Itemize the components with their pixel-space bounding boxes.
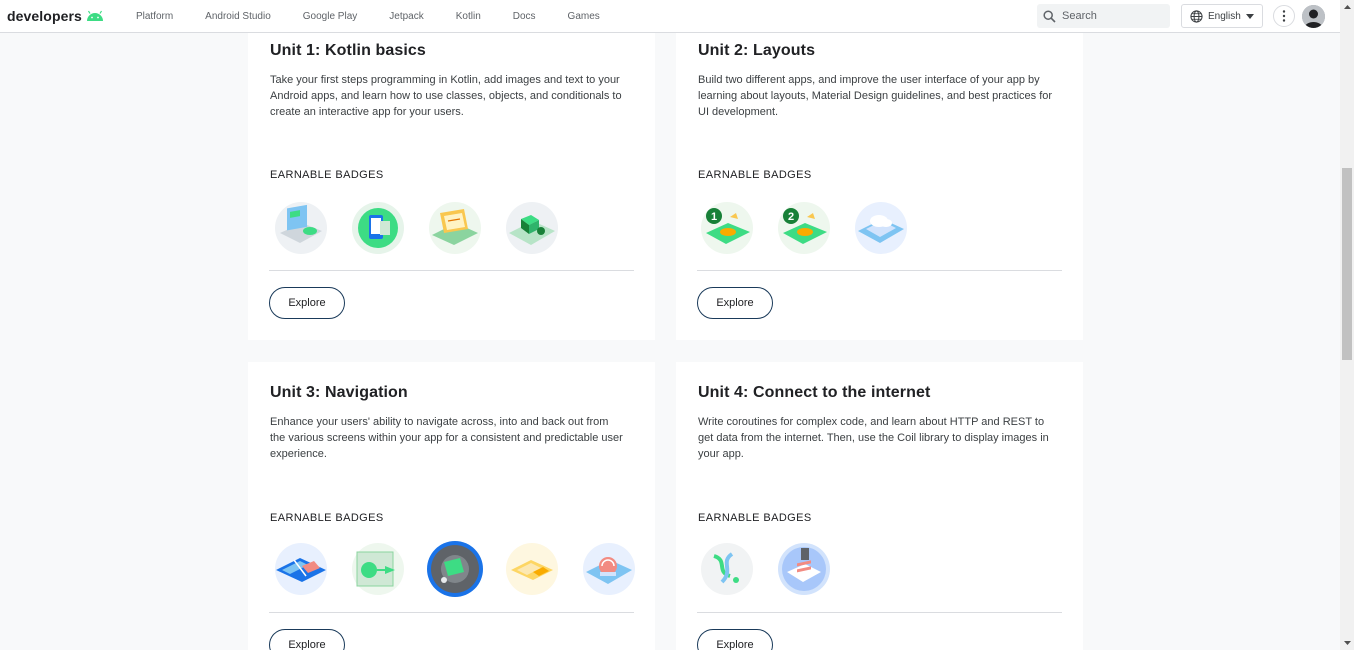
brand-text: developers	[7, 8, 82, 24]
badge-icon	[778, 543, 830, 595]
unit-title: Unit 2: Layouts	[698, 42, 816, 59]
badge-icon	[506, 543, 558, 595]
nav-android-studio[interactable]: Android Studio	[205, 11, 271, 22]
more-vert-icon	[1282, 10, 1286, 22]
nav-google-play[interactable]: Google Play	[303, 11, 357, 22]
unit-card-1: Unit 1: Kotlin basics Take your first st…	[248, 0, 655, 340]
badge-icon	[275, 543, 327, 595]
card-divider	[269, 612, 634, 613]
explore-button[interactable]: Explore	[697, 629, 773, 650]
svg-text:2: 2	[788, 211, 794, 223]
main-nav: Platform Android Studio Google Play Jetp…	[136, 11, 632, 22]
explore-button[interactable]: Explore	[269, 629, 345, 650]
svg-text:1: 1	[711, 211, 717, 223]
card-divider	[697, 270, 1062, 271]
badge-icon: 1	[701, 202, 753, 254]
nav-docs[interactable]: Docs	[513, 11, 536, 22]
nav-platform[interactable]: Platform	[136, 11, 173, 22]
unit-title: Unit 1: Kotlin basics	[270, 42, 426, 59]
unit-description: Take your first steps programming in Kot…	[270, 74, 622, 118]
badge-icon: 2	[778, 202, 830, 254]
unit-title: Unit 3: Navigation	[270, 384, 408, 401]
arrow-up-icon	[1343, 5, 1351, 9]
unit-card-4: Unit 4: Connect to the internet Write co…	[676, 362, 1083, 650]
unit-description: Build two different apps, and improve th…	[698, 74, 1053, 118]
badges-label: EARNABLE BADGES	[698, 169, 812, 181]
search-icon	[1043, 9, 1056, 23]
vertical-scrollbar[interactable]	[1340, 0, 1354, 650]
badges-row	[698, 540, 852, 598]
more-options-button[interactable]	[1273, 5, 1295, 27]
unit-description: Enhance your users' ability to navigate …	[270, 416, 623, 460]
badge-icon	[429, 202, 481, 254]
badge-icon	[352, 202, 404, 254]
badges-row	[272, 540, 657, 598]
android-head-icon	[86, 10, 103, 21]
search-input[interactable]	[1062, 10, 1157, 22]
badges-row	[272, 199, 580, 257]
badges-label: EARNABLE BADGES	[698, 512, 812, 524]
badge-icon	[275, 202, 327, 254]
unit-description: Write coroutines for complex code, and l…	[698, 416, 1049, 460]
language-label: English	[1208, 10, 1241, 22]
card-divider	[269, 270, 634, 271]
badge-icon	[506, 202, 558, 254]
scrollbar-thumb[interactable]	[1342, 168, 1352, 360]
nav-jetpack[interactable]: Jetpack	[389, 11, 423, 22]
badge-icon	[583, 543, 635, 595]
card-divider	[697, 612, 1062, 613]
badge-icon	[855, 202, 907, 254]
language-selector[interactable]: English	[1181, 4, 1263, 28]
scroll-up-arrow[interactable]	[1340, 0, 1354, 14]
top-navigation-bar: developers Platform Android Studio Googl…	[0, 0, 1340, 33]
developers-logo[interactable]: developers	[7, 8, 104, 24]
arrow-down-icon	[1343, 641, 1351, 645]
caret-down-icon	[1245, 13, 1254, 19]
badge-icon	[352, 543, 404, 595]
unit-title: Unit 4: Connect to the internet	[698, 384, 931, 401]
badge-icon	[427, 541, 483, 597]
badges-label: EARNABLE BADGES	[270, 169, 384, 181]
nav-kotlin[interactable]: Kotlin	[456, 11, 481, 22]
scroll-down-arrow[interactable]	[1340, 636, 1354, 650]
search-box[interactable]	[1037, 4, 1170, 28]
unit-card-2: Unit 2: Layouts Build two different apps…	[676, 0, 1083, 340]
badges-row: 1 2	[698, 199, 929, 257]
unit-card-3: Unit 3: Navigation Enhance your users' a…	[248, 362, 655, 650]
badge-icon	[701, 543, 753, 595]
nav-games[interactable]: Games	[568, 11, 600, 22]
badges-label: EARNABLE BADGES	[270, 512, 384, 524]
explore-button[interactable]: Explore	[269, 287, 345, 319]
explore-button[interactable]: Explore	[697, 287, 773, 319]
globe-icon	[1190, 9, 1203, 23]
avatar[interactable]	[1302, 5, 1325, 28]
account-icon	[1302, 5, 1325, 28]
